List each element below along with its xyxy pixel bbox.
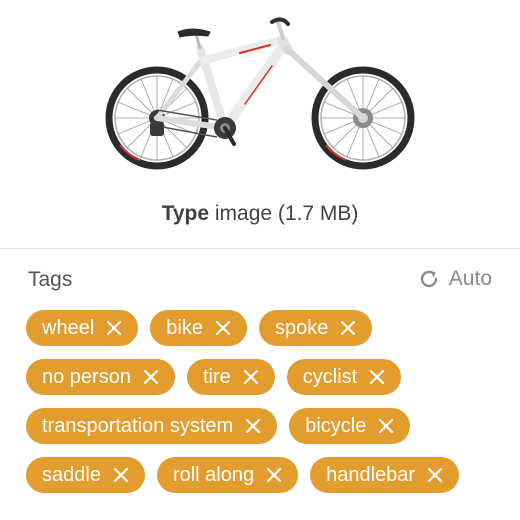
bicycle-preview-image — [105, 17, 415, 170]
remove-tag-icon[interactable] — [213, 318, 233, 338]
tag-chip[interactable]: spoke — [258, 310, 373, 346]
auto-tag-button[interactable]: Auto — [417, 264, 492, 294]
tag-row: saddle roll along handlebar — [26, 457, 506, 493]
auto-label: Auto — [448, 267, 492, 290]
tag-label: bike — [166, 317, 203, 339]
tags-title: Tags — [28, 268, 73, 291]
remove-tag-icon[interactable] — [111, 465, 131, 485]
tag-chip[interactable]: roll along — [156, 457, 299, 493]
refresh-icon — [420, 270, 437, 288]
tag-chip[interactable]: bicycle — [289, 408, 411, 444]
tag-chip[interactable]: saddle — [26, 457, 145, 493]
tag-chip[interactable]: no person — [26, 359, 175, 395]
remove-tag-icon[interactable] — [241, 367, 261, 387]
remove-tag-icon[interactable] — [243, 416, 263, 436]
divider — [0, 248, 520, 249]
remove-tag-icon[interactable] — [376, 416, 396, 436]
tag-row: transportation system bicycle — [26, 408, 506, 444]
tag-chip[interactable]: bike — [150, 310, 247, 346]
tag-chip[interactable]: wheel — [26, 310, 139, 346]
tag-row: no person tire cyclist — [26, 359, 506, 395]
tag-chip[interactable]: handlebar — [310, 457, 460, 493]
remove-tag-icon[interactable] — [264, 465, 284, 485]
tag-chip[interactable]: tire — [186, 359, 275, 395]
tag-label: tire — [202, 366, 231, 388]
remove-tag-icon[interactable] — [425, 465, 445, 485]
tag-label: cyclist — [302, 366, 358, 388]
tag-row: wheel bike spoke — [26, 310, 506, 346]
tag-label: bicycle — [305, 415, 367, 437]
tag-chip[interactable]: transportation system — [26, 408, 278, 444]
tag-label: roll along — [172, 464, 255, 486]
tag-list: wheel bike spoke no person tire cyclist … — [26, 310, 506, 506]
tag-label: transportation system — [42, 415, 234, 437]
tag-label: handlebar — [326, 464, 416, 486]
tag-chip[interactable]: cyclist — [286, 359, 402, 395]
type-value: image (1.7 MB) — [214, 202, 359, 225]
remove-tag-icon[interactable] — [104, 318, 124, 338]
tag-label: wheel — [42, 317, 95, 339]
type-label: Type — [161, 202, 210, 225]
tag-label: no person — [42, 366, 131, 388]
remove-tag-icon[interactable] — [141, 367, 161, 387]
tag-label: spoke — [274, 317, 329, 339]
remove-tag-icon[interactable] — [367, 367, 387, 387]
tag-label: saddle — [42, 464, 101, 486]
bicycle-frame — [154, 17, 366, 133]
file-type-info: Type image (1.7 MB) — [0, 200, 520, 228]
remove-tag-icon[interactable] — [338, 318, 358, 338]
